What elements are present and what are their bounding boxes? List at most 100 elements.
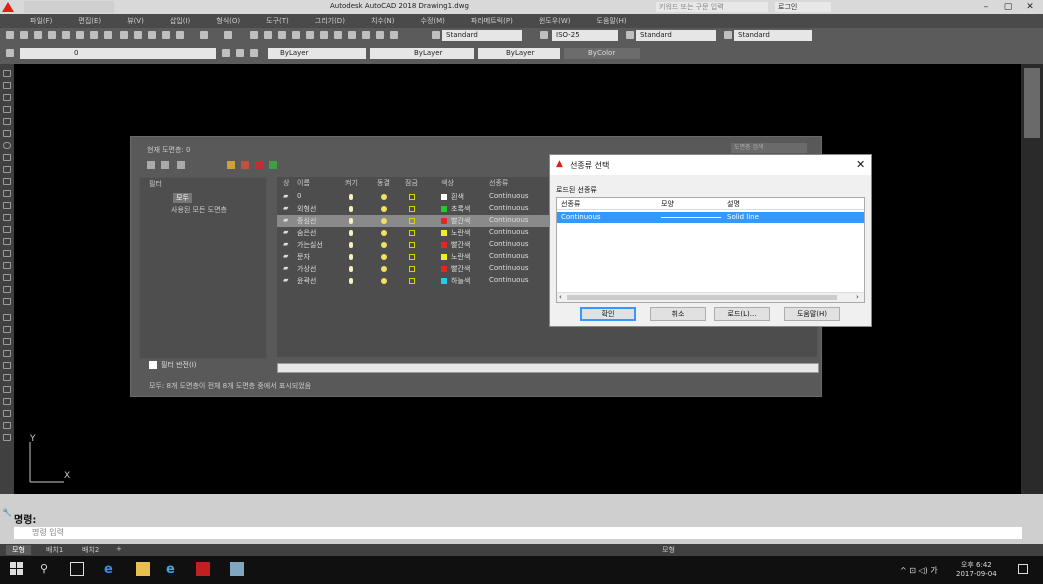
polygon-icon[interactable] <box>3 106 11 113</box>
help-button[interactable]: 도움말(H) <box>784 307 840 321</box>
col-color[interactable]: 색상 <box>441 178 454 188</box>
layer-search-input[interactable]: 도면층 검색 <box>731 143 807 153</box>
col-description[interactable]: 설명 <box>727 199 740 209</box>
new-group-filter-icon[interactable] <box>161 161 169 169</box>
lock-icon[interactable] <box>409 266 415 272</box>
layer-name[interactable]: 문자 <box>297 252 310 262</box>
layer-color-name[interactable]: 흰색 <box>451 192 464 202</box>
rotate-icon[interactable] <box>3 386 11 393</box>
freeze-sun-icon[interactable] <box>381 194 387 200</box>
filter-used-layers[interactable]: 사용된 모든 도면층 <box>171 205 227 215</box>
3d-print-icon[interactable] <box>104 31 112 39</box>
freeze-sun-icon[interactable] <box>381 206 387 212</box>
ellipse-icon[interactable] <box>3 178 11 185</box>
delete-layer-icon[interactable] <box>255 161 263 169</box>
layer-color-name[interactable]: 빨간색 <box>451 240 470 250</box>
layer-color-name[interactable]: 노란색 <box>451 252 470 262</box>
stretch-icon[interactable] <box>3 410 11 417</box>
move-icon[interactable] <box>3 374 11 381</box>
markup-icon[interactable] <box>362 31 370 39</box>
layer-linetype[interactable]: Continuous <box>489 252 529 260</box>
color-swatch[interactable] <box>441 254 447 260</box>
color-swatch[interactable] <box>441 218 447 224</box>
layer-name[interactable]: 윤곽선 <box>297 276 316 286</box>
layer-name[interactable]: 0 <box>297 192 301 200</box>
mleader-style-icon[interactable] <box>724 31 732 39</box>
command-input[interactable]: 명령 입력 <box>14 527 1022 539</box>
col-on[interactable]: 켜기 <box>345 178 358 188</box>
ok-button[interactable]: 확인 <box>580 307 636 321</box>
dim-style-dropdown[interactable]: ISO-25 <box>552 30 618 41</box>
layer-linetype[interactable]: Continuous <box>489 192 529 200</box>
cut-icon[interactable] <box>120 31 128 39</box>
lightbulb-icon[interactable] <box>349 230 353 236</box>
layer-linetype[interactable]: Continuous <box>489 240 529 248</box>
color-dropdown[interactable]: ByLayer <box>268 48 366 59</box>
add-layout-icon[interactable]: + <box>110 545 128 553</box>
make-current-icon[interactable] <box>222 49 230 57</box>
tab-layout2[interactable]: 배치2 <box>76 545 105 555</box>
system-clock[interactable]: 오후 6:42 2017-09-04 <box>956 561 997 579</box>
plotstyle-dropdown[interactable]: ByColor <box>564 48 640 59</box>
spline-icon[interactable] <box>3 166 11 173</box>
copy-object-icon[interactable] <box>3 326 11 333</box>
menu-file[interactable]: 파일(F) <box>30 14 52 28</box>
model-space-button[interactable]: 모형 <box>656 545 681 555</box>
insert-block-icon[interactable] <box>3 202 11 209</box>
ellipse-arc-icon[interactable] <box>3 190 11 197</box>
help-icon[interactable] <box>390 31 398 39</box>
layer-name[interactable]: 가는실선 <box>297 240 323 250</box>
open-icon[interactable] <box>20 31 28 39</box>
menu-format[interactable]: 형식(O) <box>216 14 240 28</box>
make-block-icon[interactable] <box>3 214 11 221</box>
internet-explorer-icon[interactable]: e <box>166 562 180 577</box>
menu-dimension[interactable]: 치수(N) <box>371 14 395 28</box>
load-button[interactable]: 로드(L)... <box>714 307 770 321</box>
color-swatch[interactable] <box>441 242 447 248</box>
point-icon[interactable] <box>3 226 11 233</box>
scroll-thumb[interactable] <box>567 295 837 300</box>
maximize-icon[interactable]: ▢ <box>997 0 1019 14</box>
quick-access-toolbar[interactable] <box>24 1 114 13</box>
lightbulb-icon[interactable] <box>349 206 353 212</box>
dim-style-icon[interactable] <box>540 31 548 39</box>
set-current-icon[interactable] <box>269 161 277 169</box>
quickcalc-icon[interactable] <box>376 31 384 39</box>
lightbulb-icon[interactable] <box>349 266 353 272</box>
new-icon[interactable] <box>6 31 14 39</box>
trim-icon[interactable] <box>3 422 11 429</box>
tab-model[interactable]: 모형 <box>6 545 31 555</box>
search-icon[interactable]: ⚲ <box>40 562 54 576</box>
menu-edit[interactable]: 편집(E) <box>78 14 101 28</box>
extend-icon[interactable] <box>3 434 11 441</box>
tool-palettes-icon[interactable] <box>334 31 342 39</box>
lock-icon[interactable] <box>409 254 415 260</box>
minimize-icon[interactable]: – <box>975 0 997 14</box>
sheet-set-icon[interactable] <box>348 31 356 39</box>
layer-color-name[interactable]: 노란색 <box>451 228 470 238</box>
lock-icon[interactable] <box>409 194 415 200</box>
color-swatch[interactable] <box>441 230 447 236</box>
layer-linetype[interactable]: Continuous <box>489 204 529 212</box>
menu-draw[interactable]: 그리기(D) <box>315 14 345 28</box>
tray-icons[interactable]: ^ ⊡ ◁) 가 <box>900 565 938 576</box>
lightbulb-icon[interactable] <box>349 254 353 260</box>
lock-icon[interactable] <box>409 206 415 212</box>
layer-linetype[interactable]: Continuous <box>489 216 529 224</box>
scroll-right-icon[interactable]: › <box>856 293 859 301</box>
layer-linetype[interactable]: Continuous <box>489 228 529 236</box>
layer-name[interactable]: 숨은선 <box>297 228 316 238</box>
autocad-logo-icon[interactable] <box>2 2 14 12</box>
menu-modify[interactable]: 수정(M) <box>421 14 445 28</box>
zoom-realtime-icon[interactable] <box>264 31 272 39</box>
linetype-list-hscroll[interactable]: ‹ › <box>557 292 864 302</box>
scale-icon[interactable] <box>3 398 11 405</box>
col-appearance[interactable]: 모양 <box>661 199 674 209</box>
zoom-window-icon[interactable] <box>278 31 286 39</box>
text-style-dropdown[interactable]: Standard <box>442 30 522 41</box>
layer-color-name[interactable]: 빨간색 <box>451 216 470 226</box>
paste-icon[interactable] <box>148 31 156 39</box>
revision-cloud-icon[interactable] <box>3 154 11 161</box>
close-icon[interactable]: ✕ <box>1019 0 1041 14</box>
add-selected-icon[interactable] <box>3 298 11 305</box>
